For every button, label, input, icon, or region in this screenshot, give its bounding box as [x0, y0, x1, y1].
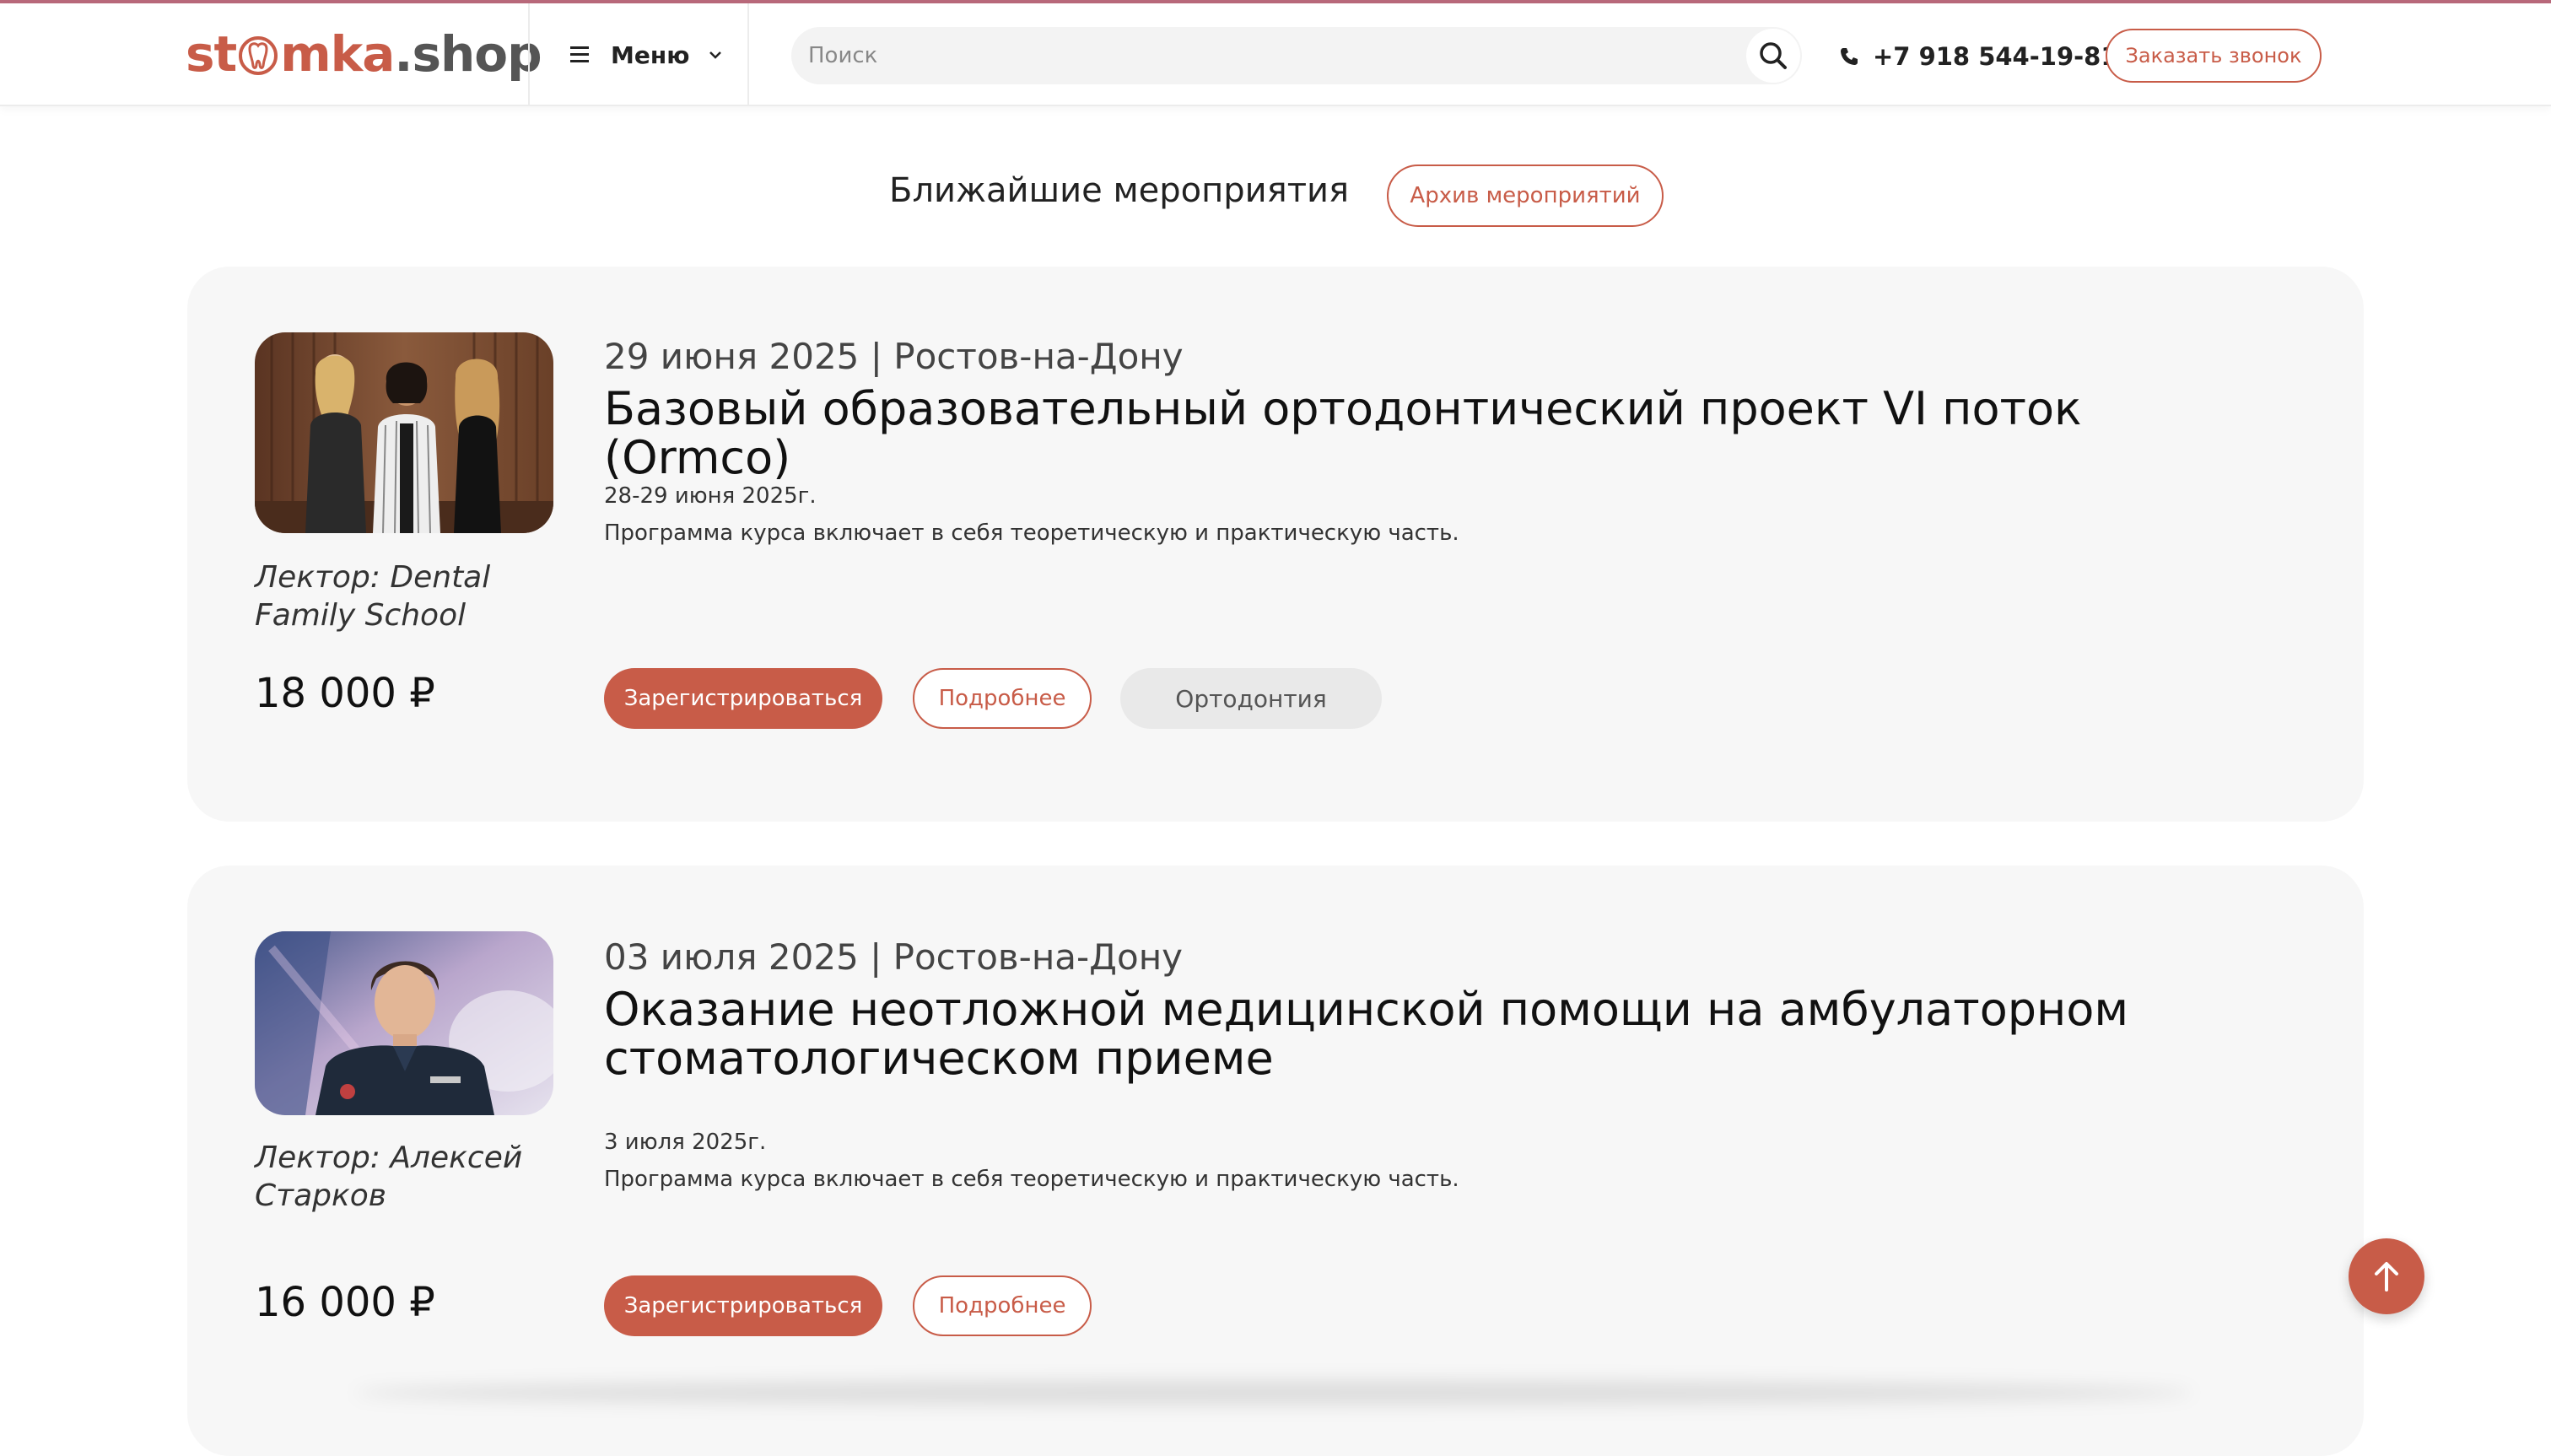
- events-archive-button[interactable]: Архив мероприятий: [1387, 164, 1664, 227]
- event-card: Лектор: Dental Family School 18 000 ₽ 29…: [187, 267, 2364, 822]
- phone-number: +7 918 544-19-81: [1873, 42, 2118, 71]
- register-button[interactable]: Зарегистрироваться: [604, 1275, 882, 1336]
- event-title[interactable]: Базовый образовательный ортодонтический …: [604, 385, 2207, 483]
- scroll-to-top-button[interactable]: [2349, 1238, 2424, 1314]
- category-tag[interactable]: Ортодонтия: [1120, 668, 1382, 729]
- event-photo[interactable]: [255, 332, 553, 533]
- section-title: Ближайшие мероприятия: [889, 171, 1350, 210]
- request-call-button[interactable]: Заказать звонок: [2106, 29, 2322, 83]
- header-divider: [528, 3, 530, 106]
- site-logo[interactable]: st mka .shop: [186, 22, 542, 86]
- phone-icon: [1841, 48, 1858, 65]
- register-button[interactable]: Зарегистрироваться: [604, 668, 882, 729]
- event-lector: Лектор: Алексей Старков: [255, 1141, 523, 1213]
- more-button[interactable]: Подробнее: [913, 668, 1092, 729]
- search-input[interactable]: [808, 27, 1702, 84]
- event-date-city: 29 июня 2025 | Ростов-на-Дону: [604, 336, 1184, 377]
- search-icon: [1760, 42, 1787, 69]
- chevron-down-icon: [709, 51, 722, 59]
- header-divider: [747, 3, 749, 106]
- logo-text-part1: st: [186, 25, 237, 83]
- search-button[interactable]: [1746, 29, 1800, 83]
- event-description: 28-29 июня 2025г. Программа курса включа…: [604, 483, 1459, 546]
- event-description: 3 июля 2025г. Программа курса включает в…: [604, 1130, 1459, 1192]
- event-lector: Лектор: Dental Family School: [255, 560, 491, 633]
- event-price: 16 000 ₽: [255, 1279, 435, 1326]
- site-header: st mka .shop Меню +: [0, 3, 2551, 106]
- event-title[interactable]: Оказание неотложной медицинской помощи н…: [604, 985, 2207, 1083]
- menu-button[interactable]: Меню: [570, 35, 723, 74]
- logo-text-part3: .shop: [394, 25, 542, 83]
- event-card: Лектор: Алексей Старков 16 000 ₽ 03 июля…: [187, 866, 2364, 1456]
- logo-text-part2: mka: [280, 25, 395, 83]
- event-photo[interactable]: [255, 931, 553, 1115]
- search-bar: [791, 27, 1802, 84]
- menu-label: Меню: [611, 40, 690, 69]
- event-date-city: 03 июля 2025 | Ростов-на-Дону: [604, 936, 1184, 978]
- more-button[interactable]: Подробнее: [913, 1275, 1092, 1336]
- event-price: 18 000 ₽: [255, 670, 435, 717]
- phone-link[interactable]: +7 918 544-19-81: [1839, 37, 2118, 76]
- arrow-up-icon: [2375, 1262, 2398, 1292]
- floating-bar-shadow: [354, 1380, 2193, 1405]
- hamburger-icon: [570, 46, 589, 62]
- tooth-logo-icon: [239, 36, 278, 75]
